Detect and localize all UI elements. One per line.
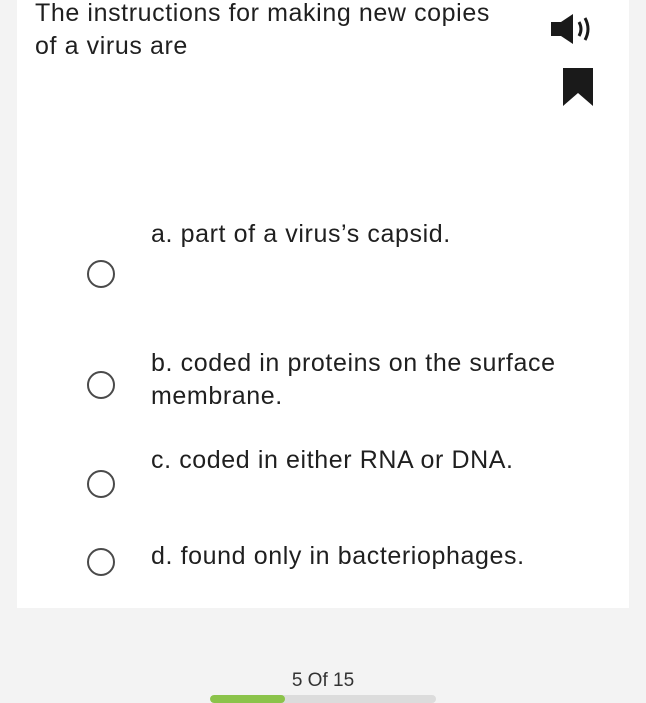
radio-button-b[interactable] <box>87 371 115 399</box>
radio-button-c[interactable] <box>87 470 115 498</box>
answer-option-c-label: c. coded in either RNA or DNA. <box>151 446 514 474</box>
bookmark-icon[interactable] <box>563 68 593 106</box>
speaker-icon[interactable] <box>549 11 597 47</box>
answer-option-b[interactable]: b. coded in proteins on the surface memb… <box>17 347 629 417</box>
question-text: The instructions for making new copies o… <box>35 0 490 60</box>
radio-button-a[interactable] <box>87 260 115 288</box>
answer-option-d-label: d. found only in bacteriophages. <box>151 542 525 570</box>
answer-option-a[interactable]: a. part of a virus’s capsid. <box>17 218 629 298</box>
answer-option-b-label: b. coded in proteins on the surface memb… <box>151 349 556 410</box>
radio-button-d[interactable] <box>87 548 115 576</box>
progress-label: 5 Of 15 <box>291 670 355 691</box>
answer-option-a-label: a. part of a virus’s capsid. <box>151 220 451 248</box>
answer-option-d[interactable]: d. found only in bacteriophages. <box>17 540 629 584</box>
progress-bar-fill <box>210 695 286 703</box>
question-card: The instructions for making new copies o… <box>17 0 629 608</box>
answer-option-c[interactable]: c. coded in either RNA or DNA. <box>17 444 629 504</box>
progress-bar <box>210 695 436 703</box>
